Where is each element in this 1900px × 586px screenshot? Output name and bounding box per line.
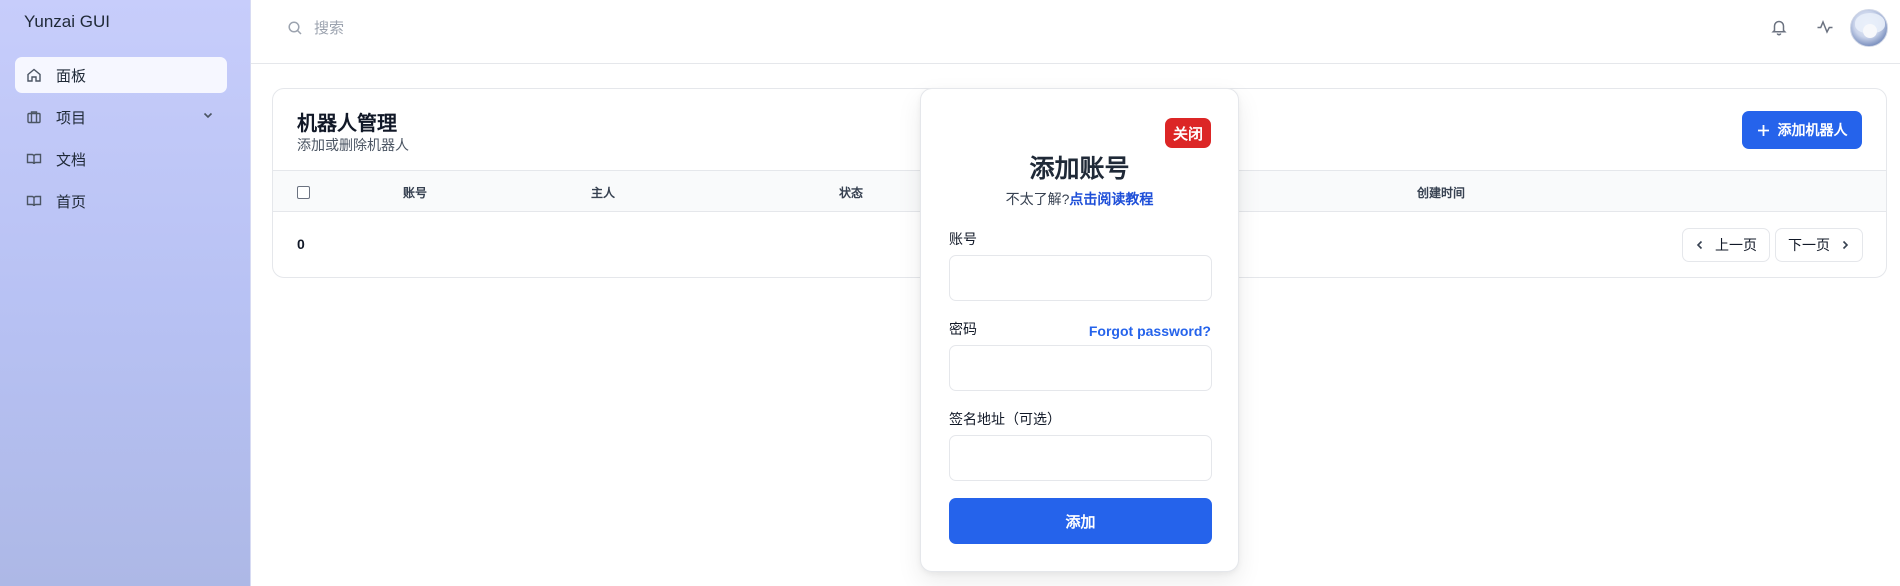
add-robot-label: 添加机器人 [1777,122,1848,138]
app-title: Yunzai GUI [24,12,110,31]
sign-url-field[interactable] [949,435,1212,481]
row-count: 0 [297,236,305,252]
home-icon [26,67,42,83]
column-header-account: 账号 [403,186,428,200]
column-header-status: 状态 [839,186,864,200]
sidebar-item-label: 项目 [56,109,87,127]
book-icon [26,151,42,167]
page-title: 机器人管理 [297,113,397,135]
book-icon [26,193,42,209]
add-account-modal: 关闭 添加账号 不太了解?点击阅读教程 账号 密码 Forgot passwor… [920,88,1239,572]
account-field[interactable] [949,255,1212,301]
sidebar-item-label: 首页 [56,193,87,211]
forgot-password-link[interactable]: Forgot password? [1089,323,1211,339]
add-submit-button[interactable]: 添加 [949,498,1212,544]
modal-title: 添加账号 [1029,155,1130,183]
bell-icon[interactable] [1770,18,1788,36]
prev-page-label: 上一页 [1715,237,1757,253]
add-robot-button[interactable]: 添加机器人 [1742,111,1862,149]
page-subtitle: 添加或删除机器人 [297,137,409,153]
account-label: 账号 [949,231,977,247]
chevron-right-icon [1842,240,1849,250]
next-page-button[interactable]: 下一页 [1775,228,1863,262]
select-all-checkbox[interactable] [297,186,310,199]
prev-page-button[interactable]: 上一页 [1682,228,1770,262]
chevron-down-icon[interactable] [201,108,215,126]
activity-icon[interactable] [1816,18,1834,36]
chevron-left-icon [1696,240,1703,250]
hint-text: 不太了解? [1005,191,1070,207]
password-field[interactable] [949,345,1212,391]
sidebar: Yunzai GUI 面板 项目 文档 首页 [0,0,251,586]
sidebar-item-label: 面板 [56,67,87,85]
search-input[interactable] [314,15,614,41]
plus-icon [1757,124,1769,136]
password-label: 密码 [949,321,977,337]
sidebar-item-docs[interactable]: 文档 [15,141,227,177]
sidebar-item-label: 文档 [56,151,87,169]
close-button[interactable]: 关闭 [1165,118,1211,148]
sign-url-label: 签名地址（可选） [949,411,1061,427]
briefcase-icon [26,109,42,125]
topbar [251,0,1900,64]
column-header-created: 创建时间 [1417,186,1466,200]
search-icon [287,20,303,36]
modal-hint: 不太了解?点击阅读教程 [921,189,1238,209]
tutorial-link[interactable]: 点击阅读教程 [1069,191,1153,207]
sidebar-item-dashboard[interactable]: 面板 [15,57,227,93]
sidebar-nav: 面板 项目 文档 首页 [15,57,227,225]
column-header-owner: 主人 [591,186,616,200]
sidebar-item-projects[interactable]: 项目 [15,99,227,135]
next-page-label: 下一页 [1788,237,1830,253]
avatar[interactable] [1850,9,1888,47]
avatar-face [1863,24,1877,38]
sidebar-item-home[interactable]: 首页 [15,183,227,219]
